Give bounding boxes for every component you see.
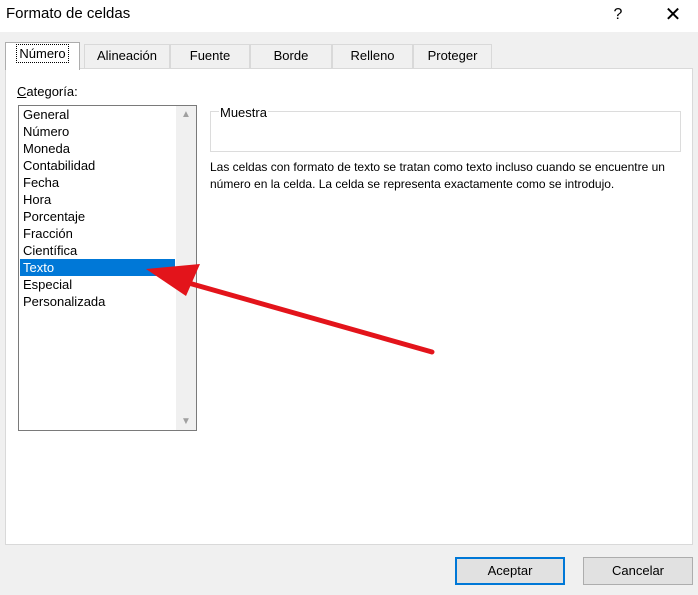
scroll-up-icon[interactable]: ▲	[176, 106, 196, 123]
sample-label: Muestra	[219, 105, 268, 120]
category-label-mnemonic: C	[17, 84, 27, 99]
sample-group: Muestra	[210, 105, 681, 152]
tab-label: Relleno	[350, 48, 395, 63]
cancel-button[interactable]: Cancelar	[583, 557, 693, 585]
category-label-text: ategoría:	[26, 84, 78, 99]
accept-button[interactable]: Aceptar	[455, 557, 565, 585]
tab-fuente[interactable]: Fuente	[170, 44, 250, 68]
list-item-contabilidad[interactable]: Contabilidad	[20, 157, 175, 174]
category-list[interactable]: General Número Moneda Contabilidad Fecha…	[18, 105, 197, 431]
format-description: Las celdas con formato de texto se trata…	[210, 160, 665, 191]
close-button[interactable]: ✕	[660, 3, 686, 27]
list-item-numero[interactable]: Número	[20, 123, 175, 140]
tab-numero[interactable]: Número	[5, 42, 80, 70]
tab-borde[interactable]: Borde	[250, 44, 332, 68]
scroll-down-icon[interactable]: ▼	[176, 413, 196, 430]
list-item-fraccion[interactable]: Fracción	[20, 225, 175, 242]
list-item-personalizada[interactable]: Personalizada	[20, 293, 175, 310]
list-item-especial[interactable]: Especial	[20, 276, 175, 293]
list-item-texto[interactable]: Texto	[20, 259, 175, 276]
tab-label: Fuente	[189, 48, 231, 63]
help-button[interactable]: ?	[606, 3, 630, 27]
dialog-body: Número Alineación Fuente Borde Relleno P…	[0, 32, 698, 595]
list-scrollbar[interactable]: ▲ ▼	[176, 106, 196, 430]
title-bar: Formato de celdas ? ✕	[0, 0, 698, 32]
tab-label: Alineación	[97, 48, 157, 63]
tab-proteger[interactable]: Proteger	[413, 44, 492, 68]
list-item-cientifica[interactable]: Científica	[20, 242, 175, 259]
tab-label: Número	[16, 44, 69, 63]
tab-alineacion[interactable]: Alineación	[84, 44, 170, 68]
list-item-general[interactable]: General	[20, 106, 175, 123]
tab-label: Borde	[273, 48, 309, 63]
list-item-hora[interactable]: Hora	[20, 191, 175, 208]
category-label: Categoría:	[17, 84, 78, 99]
list-item-moneda[interactable]: Moneda	[20, 140, 175, 157]
list-item-fecha[interactable]: Fecha	[20, 174, 175, 191]
tab-label: Proteger	[427, 48, 478, 63]
list-item-porcentaje[interactable]: Porcentaje	[20, 208, 175, 225]
tab-relleno[interactable]: Relleno	[332, 44, 413, 68]
dialog-title: Formato de celdas	[6, 5, 131, 22]
tab-content-numero: Categoría: General Número Moneda Contabi…	[5, 68, 693, 545]
